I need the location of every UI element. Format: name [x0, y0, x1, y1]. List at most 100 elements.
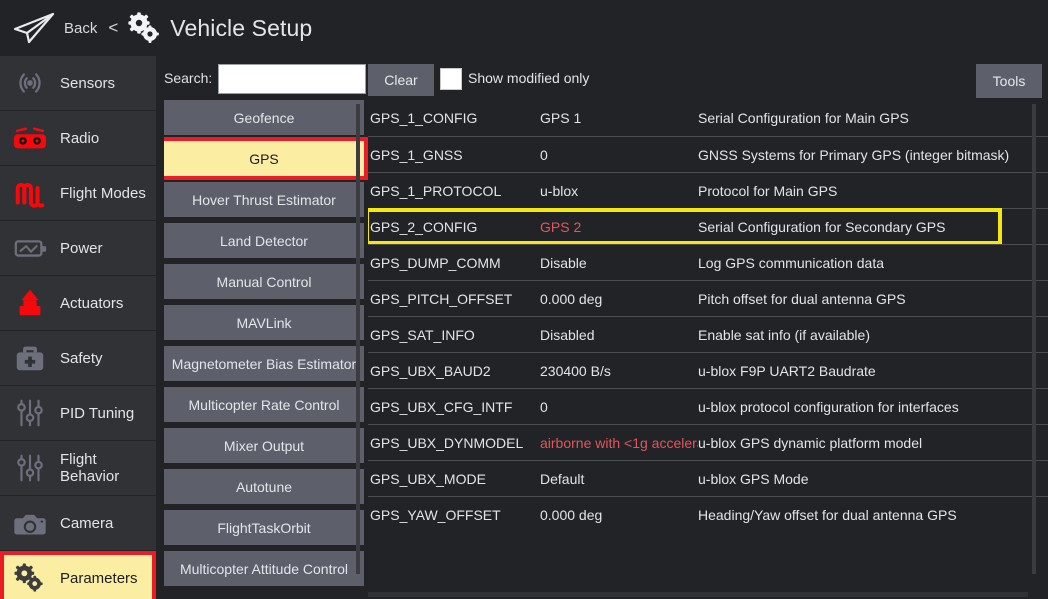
camera-icon: [6, 502, 54, 544]
parameter-value: Disabled: [540, 327, 698, 343]
group-button-geofence[interactable]: Geofence: [164, 100, 364, 135]
group-button-land-detector[interactable]: Land Detector: [164, 223, 364, 258]
page-title: Vehicle Setup: [170, 15, 312, 42]
sidebar-item-flight-modes[interactable]: Flight Modes: [0, 166, 156, 220]
parameter-value: GPS 2: [540, 219, 698, 235]
parameters-toolbar: Search: Clear Show modified only Tools: [156, 56, 1048, 104]
parameter-value: GPS 1: [540, 110, 698, 126]
parameter-name: GPS_SAT_INFO: [368, 327, 540, 343]
gears-icon: [6, 557, 54, 599]
group-button-label: Manual Control: [217, 274, 312, 290]
table-row[interactable]: GPS_DUMP_COMMDisableLog GPS communicatio…: [368, 244, 1048, 280]
sidebar-item-parameters[interactable]: Parameters: [0, 551, 156, 599]
parameter-name: GPS_UBX_DYNMODEL: [368, 435, 540, 451]
group-button-gps[interactable]: GPS: [164, 141, 364, 176]
parameter-description: u-blox GPS Mode: [698, 471, 809, 487]
horizontal-scrollbar[interactable]: [368, 592, 1028, 597]
table-row[interactable]: GPS_UBX_DYNMODELairborne with <1g accele…: [368, 424, 1048, 460]
parameter-value: Default: [540, 471, 698, 487]
back-button[interactable]: Back <: [12, 11, 118, 45]
sidebar-item-label: PID Tuning: [60, 405, 134, 422]
parameter-name: GPS_YAW_OFFSET: [368, 507, 540, 523]
sliders-icon: [6, 447, 54, 489]
group-button-label: Multicopter Rate Control: [189, 397, 340, 413]
sidebar-item-label: Camera: [60, 515, 113, 532]
parameter-table[interactable]: GPS_1_CONFIGGPS 1Serial Configuration fo…: [368, 100, 1048, 599]
sidebar-item-label: Sensors: [60, 75, 115, 92]
group-button-mavlink[interactable]: MAVLink: [164, 305, 364, 340]
sidebar-item-label: Flight Behavior: [60, 451, 156, 485]
actuators-icon: [6, 282, 54, 324]
parameter-description: u-blox F9P UART2 Baudrate: [698, 363, 876, 379]
sliders-icon: [6, 392, 54, 434]
sensors-icon: [6, 62, 54, 104]
parameter-name: GPS_1_GNSS: [368, 147, 540, 163]
table-row[interactable]: GPS_UBX_MODEDefaultu-blox GPS Mode: [368, 460, 1048, 496]
parameter-name: GPS_1_CONFIG: [368, 110, 540, 126]
group-button-label: GPS: [249, 151, 279, 167]
table-row[interactable]: GPS_UBX_CFG_INTF0u-blox protocol configu…: [368, 388, 1048, 424]
group-button-manual-control[interactable]: Manual Control: [164, 264, 364, 299]
parameter-description: u-blox protocol configuration for interf…: [698, 399, 959, 415]
table-row[interactable]: GPS_1_CONFIGGPS 1Serial Configuration fo…: [368, 100, 1048, 136]
parameter-name: GPS_UBX_CFG_INTF: [368, 399, 540, 415]
table-row[interactable]: GPS_1_GNSS0GNSS Systems for Primary GPS …: [368, 136, 1048, 172]
parameter-group-list[interactable]: Geofence GPS Hover Thrust Estimator Land De…: [164, 100, 368, 599]
group-button-label: Geofence: [234, 110, 295, 126]
parameter-value: 230400 B/s: [540, 363, 698, 379]
show-modified-checkbox[interactable]: [440, 68, 462, 90]
group-button-label: Multicopter Attitude Control: [180, 561, 348, 577]
table-row[interactable]: GPS_PITCH_OFFSET0.000 degPitch offset fo…: [368, 280, 1048, 316]
parameter-description: GNSS Systems for Primary GPS (integer bi…: [698, 147, 1009, 163]
sidebar-item-label: Radio: [60, 130, 99, 147]
group-list-scrollbar[interactable]: [356, 104, 360, 574]
tools-button[interactable]: Tools: [976, 64, 1042, 98]
parameter-list-scrollbar[interactable]: [1032, 104, 1036, 574]
parameter-value: 0.000 deg: [540, 291, 698, 307]
app-header: Back <: [0, 0, 1048, 56]
parameter-description: Protocol for Main GPS: [698, 183, 837, 199]
sidebar-item-pid-tuning[interactable]: PID Tuning: [0, 386, 156, 440]
group-button-magnetometer-bias-estimator[interactable]: Magnetometer Bias Estimator: [164, 346, 364, 381]
sidebar-item-flight-behavior[interactable]: Flight Behavior: [0, 441, 156, 495]
parameter-description: Serial Configuration for Main GPS: [698, 110, 909, 126]
group-button-multicopter-rate-control[interactable]: Multicopter Rate Control: [164, 387, 364, 422]
parameter-description: Pitch offset for dual antenna GPS: [698, 291, 906, 307]
parameter-name: GPS_DUMP_COMM: [368, 255, 540, 271]
sidebar-item-camera[interactable]: Camera: [0, 496, 156, 550]
group-button-flighttaskorbit[interactable]: FlightTaskOrbit: [164, 510, 364, 545]
table-row[interactable]: GPS_2_CONFIGGPS 2Serial Configuration fo…: [368, 208, 1048, 244]
sidebar-item-safety[interactable]: Safety: [0, 331, 156, 385]
show-modified-label: Show modified only: [468, 70, 589, 86]
group-button-label: MAVLink: [237, 315, 292, 331]
table-row[interactable]: GPS_SAT_INFODisabledEnable sat info (if …: [368, 316, 1048, 352]
sidebar-item-power[interactable]: Power: [0, 221, 156, 275]
sidebar-item-label: Safety: [60, 350, 103, 367]
group-button-hover-thrust-estimator[interactable]: Hover Thrust Estimator: [164, 182, 364, 217]
vehicle-setup-window: Back <: [0, 0, 1048, 599]
search-input[interactable]: [218, 64, 366, 94]
gears-icon: [127, 12, 161, 44]
parameter-value: airborne with <1g accelerat: [540, 435, 698, 451]
radio-icon: [6, 117, 54, 159]
group-button-autotune[interactable]: Autotune: [164, 469, 364, 504]
parameter-name: GPS_UBX_MODE: [368, 471, 540, 487]
parameter-description: Serial Configuration for Secondary GPS: [698, 219, 945, 235]
sidebar-item-radio[interactable]: Radio: [0, 111, 156, 165]
sidebar-item-actuators[interactable]: Actuators: [0, 276, 156, 330]
table-row[interactable]: GPS_UBX_BAUD2230400 B/su-blox F9P UART2 …: [368, 352, 1048, 388]
group-button-multicopter-attitude-control[interactable]: Multicopter Attitude Control: [164, 551, 364, 586]
table-row[interactable]: GPS_YAW_OFFSET0.000 degHeading/Yaw offse…: [368, 496, 1048, 532]
clear-button[interactable]: Clear: [368, 64, 434, 96]
sidebar-item-sensors[interactable]: Sensors: [0, 56, 156, 110]
first-aid-kit-icon: [6, 337, 54, 379]
battery-icon: [6, 227, 54, 269]
sidebar-item-label: Flight Modes: [60, 185, 146, 202]
setup-sidebar: Sensors Radio Flight Modes PowerActuators Sa…: [0, 56, 156, 599]
chevron-left-icon: <: [108, 18, 118, 38]
table-row[interactable]: GPS_1_PROTOCOLu-bloxProtocol for Main GP…: [368, 172, 1048, 208]
parameter-name: GPS_UBX_BAUD2: [368, 363, 540, 379]
group-button-mixer-output[interactable]: Mixer Output: [164, 428, 364, 463]
parameter-description: Heading/Yaw offset for dual antenna GPS: [698, 507, 957, 523]
parameter-name: GPS_PITCH_OFFSET: [368, 291, 540, 307]
